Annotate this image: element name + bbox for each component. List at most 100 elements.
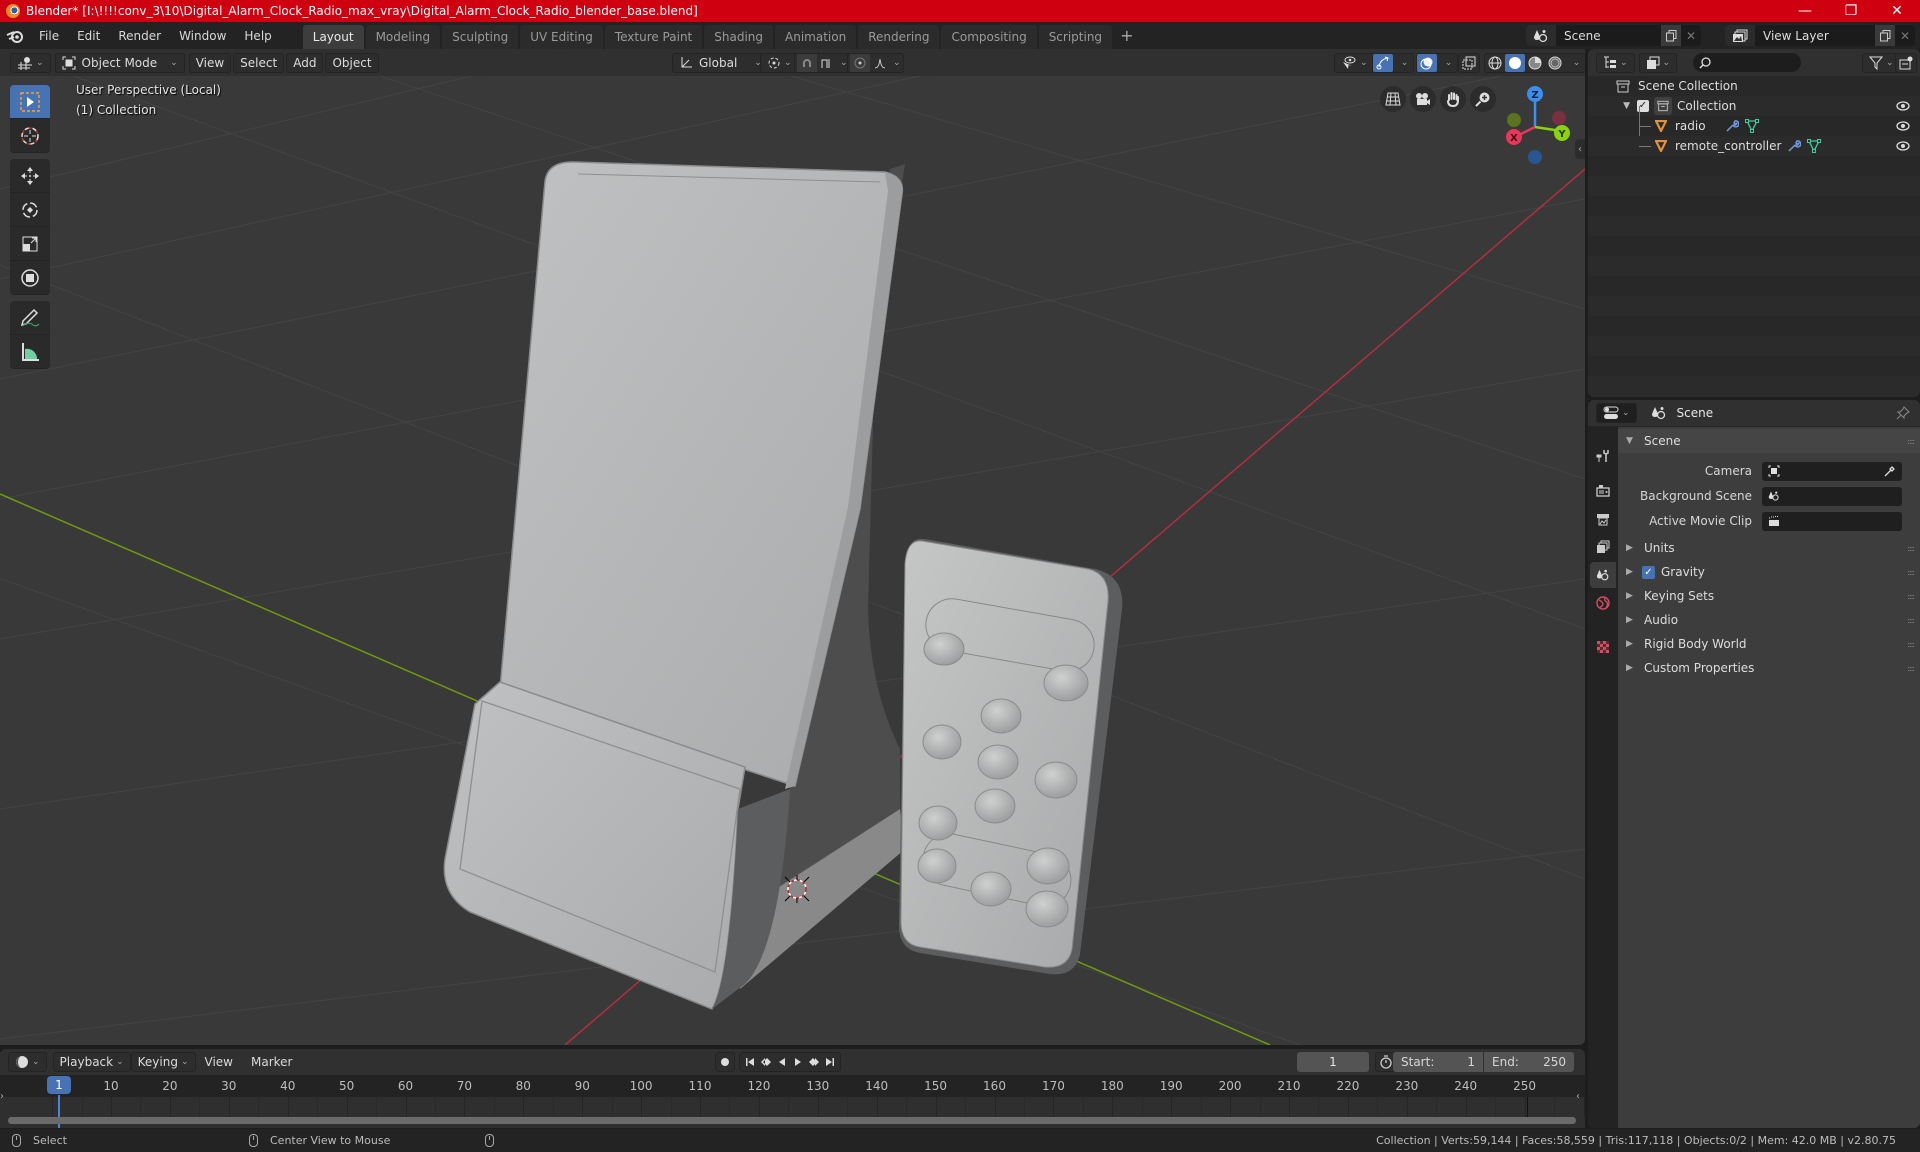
object-menu[interactable]: Object <box>325 52 379 73</box>
outliner-object-remote-controller[interactable]: remote_controller <box>1588 136 1920 156</box>
timeline-expand-right-arrow[interactable]: ‹ <box>1576 1091 1580 1102</box>
tab-view-layer[interactable] <box>1590 534 1616 560</box>
collection-eye-icon[interactable] <box>1896 101 1910 111</box>
material-shading-icon[interactable] <box>1525 54 1545 72</box>
cursor-tool[interactable] <box>10 119 50 153</box>
maximize-button[interactable]: ❐ <box>1828 0 1874 22</box>
play-icon[interactable] <box>790 1053 806 1071</box>
drag-grip-icon[interactable]: :::: <box>1907 640 1915 649</box>
menu-edit[interactable]: Edit <box>68 25 109 47</box>
visibility-selector[interactable]: ⌄ <box>1334 52 1375 73</box>
properties-editor-type[interactable]: ⌄ <box>1596 403 1637 423</box>
jump-to-keyframe-prev-icon[interactable] <box>758 1053 774 1071</box>
keying-menu[interactable]: Keying ⌄ <box>130 1052 196 1072</box>
delete-scene-icon[interactable]: ✕ <box>1681 29 1701 43</box>
mode-selector[interactable]: Object Mode ⌄ <box>54 52 185 73</box>
view-layer-selector[interactable]: View Layer ✕ <box>1725 25 1915 46</box>
outliner-scene-collection[interactable]: Scene Collection <box>1588 76 1920 96</box>
overlays-dropdown[interactable]: ⌄ <box>1437 54 1457 72</box>
proportional-edit-icon[interactable] <box>850 53 870 72</box>
scale-tool[interactable] <box>10 227 50 261</box>
move-tool[interactable] <box>10 159 50 193</box>
overlay-toggle[interactable]: ⌄ <box>1416 52 1458 73</box>
tab-render[interactable] <box>1590 478 1616 504</box>
current-frame-field[interactable]: 1 <box>1297 1052 1369 1072</box>
workspace-tab-shading[interactable]: Shading <box>704 25 773 49</box>
workspace-tab-layout[interactable]: Layout <box>302 25 364 49</box>
tab-world[interactable] <box>1590 590 1616 616</box>
rendered-shading-icon[interactable] <box>1545 54 1565 72</box>
menu-window[interactable]: Window <box>170 25 235 47</box>
select-box-tool[interactable] <box>10 85 50 119</box>
menu-help[interactable]: Help <box>235 25 280 47</box>
playhead-frame-badge[interactable]: 1 <box>47 1076 71 1094</box>
falloff-icon[interactable] <box>870 54 890 72</box>
workspace-tab-uv-editing[interactable]: UV Editing <box>520 25 603 49</box>
mesh-data-icon[interactable] <box>1807 139 1821 153</box>
drag-grip-icon[interactable]: :::: <box>1907 437 1915 446</box>
tab-output[interactable] <box>1590 506 1616 532</box>
add-menu[interactable]: Add <box>286 52 324 73</box>
gizmo-icon[interactable] <box>1373 53 1393 72</box>
workspace-tab-scripting[interactable]: Scripting <box>1038 25 1113 49</box>
playback-menu[interactable]: Playback ⌄ <box>52 1052 131 1072</box>
outliner-object-radio[interactable]: radio <box>1588 106 1920 146</box>
keying-sets-panel-header[interactable]: ▶ Keying Sets :::: <box>1618 584 1920 608</box>
jump-to-keyframe-next-icon[interactable] <box>806 1053 822 1071</box>
jump-to-end-icon[interactable] <box>822 1053 838 1071</box>
scene-name[interactable]: Scene <box>1556 29 1661 43</box>
record-button[interactable] <box>715 1052 735 1072</box>
audio-panel-header[interactable]: ▶ Audio :::: <box>1618 608 1920 632</box>
shading-modes[interactable]: ⌄ <box>1484 52 1585 73</box>
mesh-data-icon[interactable] <box>1745 119 1759 133</box>
active-movie-clip-field[interactable] <box>1762 511 1902 531</box>
delete-view-layer-icon[interactable]: ✕ <box>1895 29 1915 43</box>
gizmo-toggle[interactable]: ⌄ <box>1372 52 1414 73</box>
xray-toggle[interactable] <box>1458 52 1480 73</box>
navigation-gizmo[interactable]: Z X Y <box>1495 79 1575 169</box>
snap-toggle[interactable]: ⌄ <box>794 52 851 73</box>
menu-file[interactable]: File <box>30 25 68 47</box>
3d-viewport[interactable]: ⌄ Object Mode ⌄ View Select Add Object Gl… <box>0 49 1585 1045</box>
camera-field[interactable] <box>1762 461 1902 481</box>
play-reverse-icon[interactable] <box>774 1053 790 1071</box>
timeline-expand-left-arrow[interactable]: › <box>0 1091 4 1102</box>
background-scene-field[interactable] <box>1762 486 1902 506</box>
gravity-checkbox[interactable]: ✓ <box>1642 565 1655 579</box>
minimize-button[interactable]: — <box>1782 0 1828 22</box>
tab-tool[interactable] <box>1590 443 1616 469</box>
pivot-point-selector[interactable]: ⌄ <box>760 52 799 73</box>
timeline-view-menu[interactable]: View <box>196 1051 242 1073</box>
start-frame-field[interactable]: Start: 1 <box>1393 1052 1483 1072</box>
snap-target-icon[interactable] <box>817 54 837 72</box>
workspace-tab-rendering[interactable]: Rendering <box>858 25 940 49</box>
drag-grip-icon[interactable]: :::: <box>1907 616 1915 625</box>
magnet-icon[interactable] <box>797 53 817 72</box>
custom-properties-panel-header[interactable]: ▶ Custom Properties :::: <box>1618 656 1920 680</box>
pan-view-button[interactable] <box>1440 86 1466 112</box>
blender-menu-icon[interactable] <box>0 28 30 44</box>
transform-tool[interactable] <box>10 261 50 295</box>
scene-panel-header[interactable]: ▼ Scene :::: <box>1618 429 1920 453</box>
rotate-tool[interactable] <box>10 193 50 227</box>
timeline-editor-type[interactable]: ⌄ <box>8 1052 47 1072</box>
new-collection-button[interactable] <box>1895 52 1917 73</box>
new-view-layer-icon[interactable] <box>1875 25 1895 46</box>
timeline-track-area[interactable] <box>0 1095 1585 1128</box>
rigid-body-world-panel-header[interactable]: ▶ Rigid Body World :::: <box>1618 632 1920 656</box>
add-workspace-button[interactable]: + <box>1114 26 1139 45</box>
workspace-tab-modeling[interactable]: Modeling <box>365 25 441 49</box>
measure-tool[interactable] <box>10 335 50 369</box>
outliner-collection-row[interactable]: ▼ ✓ Collection <box>1588 96 1920 116</box>
editor-type-button[interactable]: ⌄ <box>10 52 51 73</box>
proportional-editing[interactable]: ⌄ <box>847 52 904 73</box>
timeline-ruler[interactable]: 1 10 20 30 40 50 60 70 80 90 100 110 120 130 140 150 16… <box>0 1075 1585 1097</box>
modifier-wrench-icon[interactable] <box>1787 139 1801 153</box>
units-panel-header[interactable]: ▶ Units :::: <box>1618 536 1920 560</box>
workspace-tab-sculpting[interactable]: Sculpting <box>442 25 519 49</box>
timeline-marker-menu[interactable]: Marker <box>242 1051 301 1073</box>
wireframe-shading-icon[interactable] <box>1485 54 1505 72</box>
annotate-tool[interactable] <box>10 301 50 335</box>
select-menu[interactable]: Select <box>233 52 285 73</box>
jump-to-start-icon[interactable] <box>742 1053 758 1071</box>
